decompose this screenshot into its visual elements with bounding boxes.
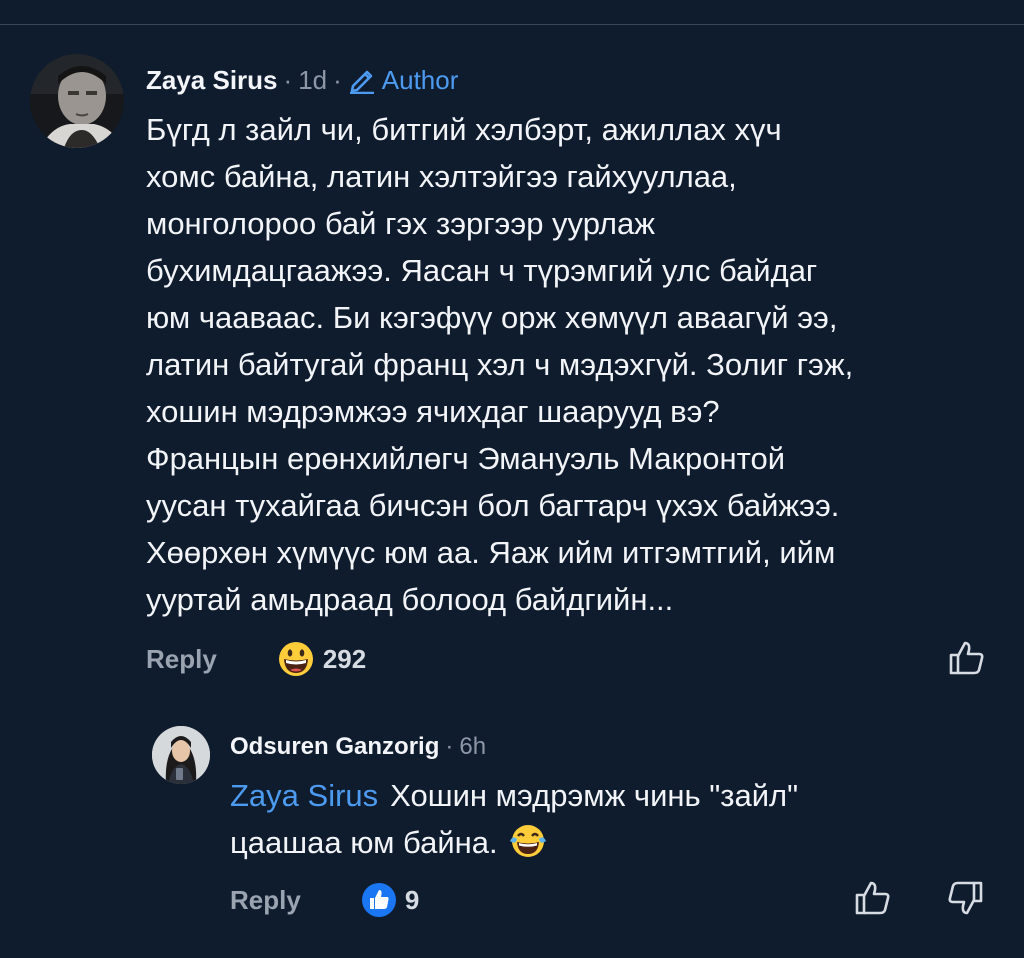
comment-line: юм чааваас. Би кэгэфүү орж хөмүүл аваагү… bbox=[146, 300, 838, 335]
avatar-image bbox=[30, 54, 124, 148]
reply-button[interactable]: Reply bbox=[230, 885, 301, 916]
reaction-count: 292 bbox=[322, 643, 367, 674]
comment-line: уусан тухайгаа бичсэн бол багтарч үхэх б… bbox=[146, 488, 840, 523]
comment-actions: Reply 9 bbox=[230, 878, 419, 922]
dislike-button[interactable] bbox=[946, 880, 984, 921]
comment-line: Францын ерөнхийлөгч Эмануэль Макронтой bbox=[146, 441, 786, 476]
comment-meta: Zaya Sirus · 1d · Author bbox=[146, 64, 458, 96]
meta-separator: · bbox=[283, 64, 293, 95]
pencil-icon bbox=[349, 70, 374, 94]
grinning-face-icon bbox=[278, 642, 313, 676]
like-button[interactable] bbox=[948, 640, 986, 681]
reaction-summary[interactable]: 292 bbox=[277, 640, 366, 678]
author-name[interactable]: Zaya Sirus bbox=[146, 65, 278, 96]
comment-line: Хөөрхөн хүмүүс юм аа. Яаж ийм итгэмтгий,… bbox=[146, 535, 836, 570]
comment-body: Бүгд л зайл чи, битгий хэлбэрт, ажиллах … bbox=[146, 106, 1006, 623]
thumbs-down-icon bbox=[948, 881, 983, 915]
author-badge-label: Author bbox=[381, 64, 459, 95]
thumbs-up-icon bbox=[949, 641, 984, 675]
mention-link[interactable]: Zaya Sirus bbox=[230, 778, 378, 813]
author-badge: Author bbox=[348, 64, 459, 96]
avatar[interactable] bbox=[30, 54, 124, 148]
comment-line: хомс байна, латин хэлтэйгээ гайхууллаа, bbox=[146, 159, 737, 194]
comment-time: 1d bbox=[298, 64, 328, 95]
comment-body: Zaya Sirus Хошин мэдрэмж чинь "зайл" цааш… bbox=[230, 772, 970, 866]
comment-line: хошин мэдрэмжээ ячихдаг шаарууд вэ? bbox=[146, 394, 720, 429]
top-divider bbox=[0, 0, 1024, 25]
comment-line: Zaya Sirus Хошин мэдрэмж чинь "зайл" bbox=[230, 772, 970, 819]
comment-line: монголороо бай гэх зэргээр уурлаж bbox=[146, 206, 655, 241]
comment-line: бухимдацгаажээ. Яасан ч түрэмгий улс бай… bbox=[146, 253, 818, 288]
tears-of-joy-icon bbox=[509, 825, 546, 857]
like-icon bbox=[361, 883, 396, 917]
reply-button[interactable]: Reply bbox=[146, 644, 217, 675]
avatar-image bbox=[152, 726, 210, 784]
meta-separator: · bbox=[445, 733, 454, 760]
meta-separator: · bbox=[333, 64, 342, 95]
comment-line: цаашаа юм байна. bbox=[230, 819, 970, 866]
comment-line: латин байтугай франц хэл ч мэдэхгүй. Зол… bbox=[146, 347, 854, 382]
comment-actions: Reply 292 bbox=[146, 637, 366, 681]
reaction-count: 9 bbox=[404, 884, 420, 915]
comment-meta: Odsuren Ganzorig · 6h bbox=[230, 732, 486, 762]
comment-text: Хошин мэдрэмж чинь "зайл" bbox=[390, 778, 799, 813]
author-name[interactable]: Odsuren Ganzorig bbox=[230, 733, 439, 761]
comment-line: ууртай амьдраад болоод байдгийн... bbox=[146, 582, 674, 617]
comment-text: цаашаа юм байна. bbox=[230, 825, 498, 860]
avatar[interactable] bbox=[152, 726, 210, 784]
reaction-summary[interactable]: 9 bbox=[361, 882, 419, 918]
comment-time: 6h bbox=[459, 733, 487, 760]
thumbs-up-icon bbox=[855, 881, 890, 915]
like-button[interactable] bbox=[854, 880, 892, 921]
comment-line: Бүгд л зайл чи, битгий хэлбэрт, ажиллах … bbox=[146, 112, 782, 147]
